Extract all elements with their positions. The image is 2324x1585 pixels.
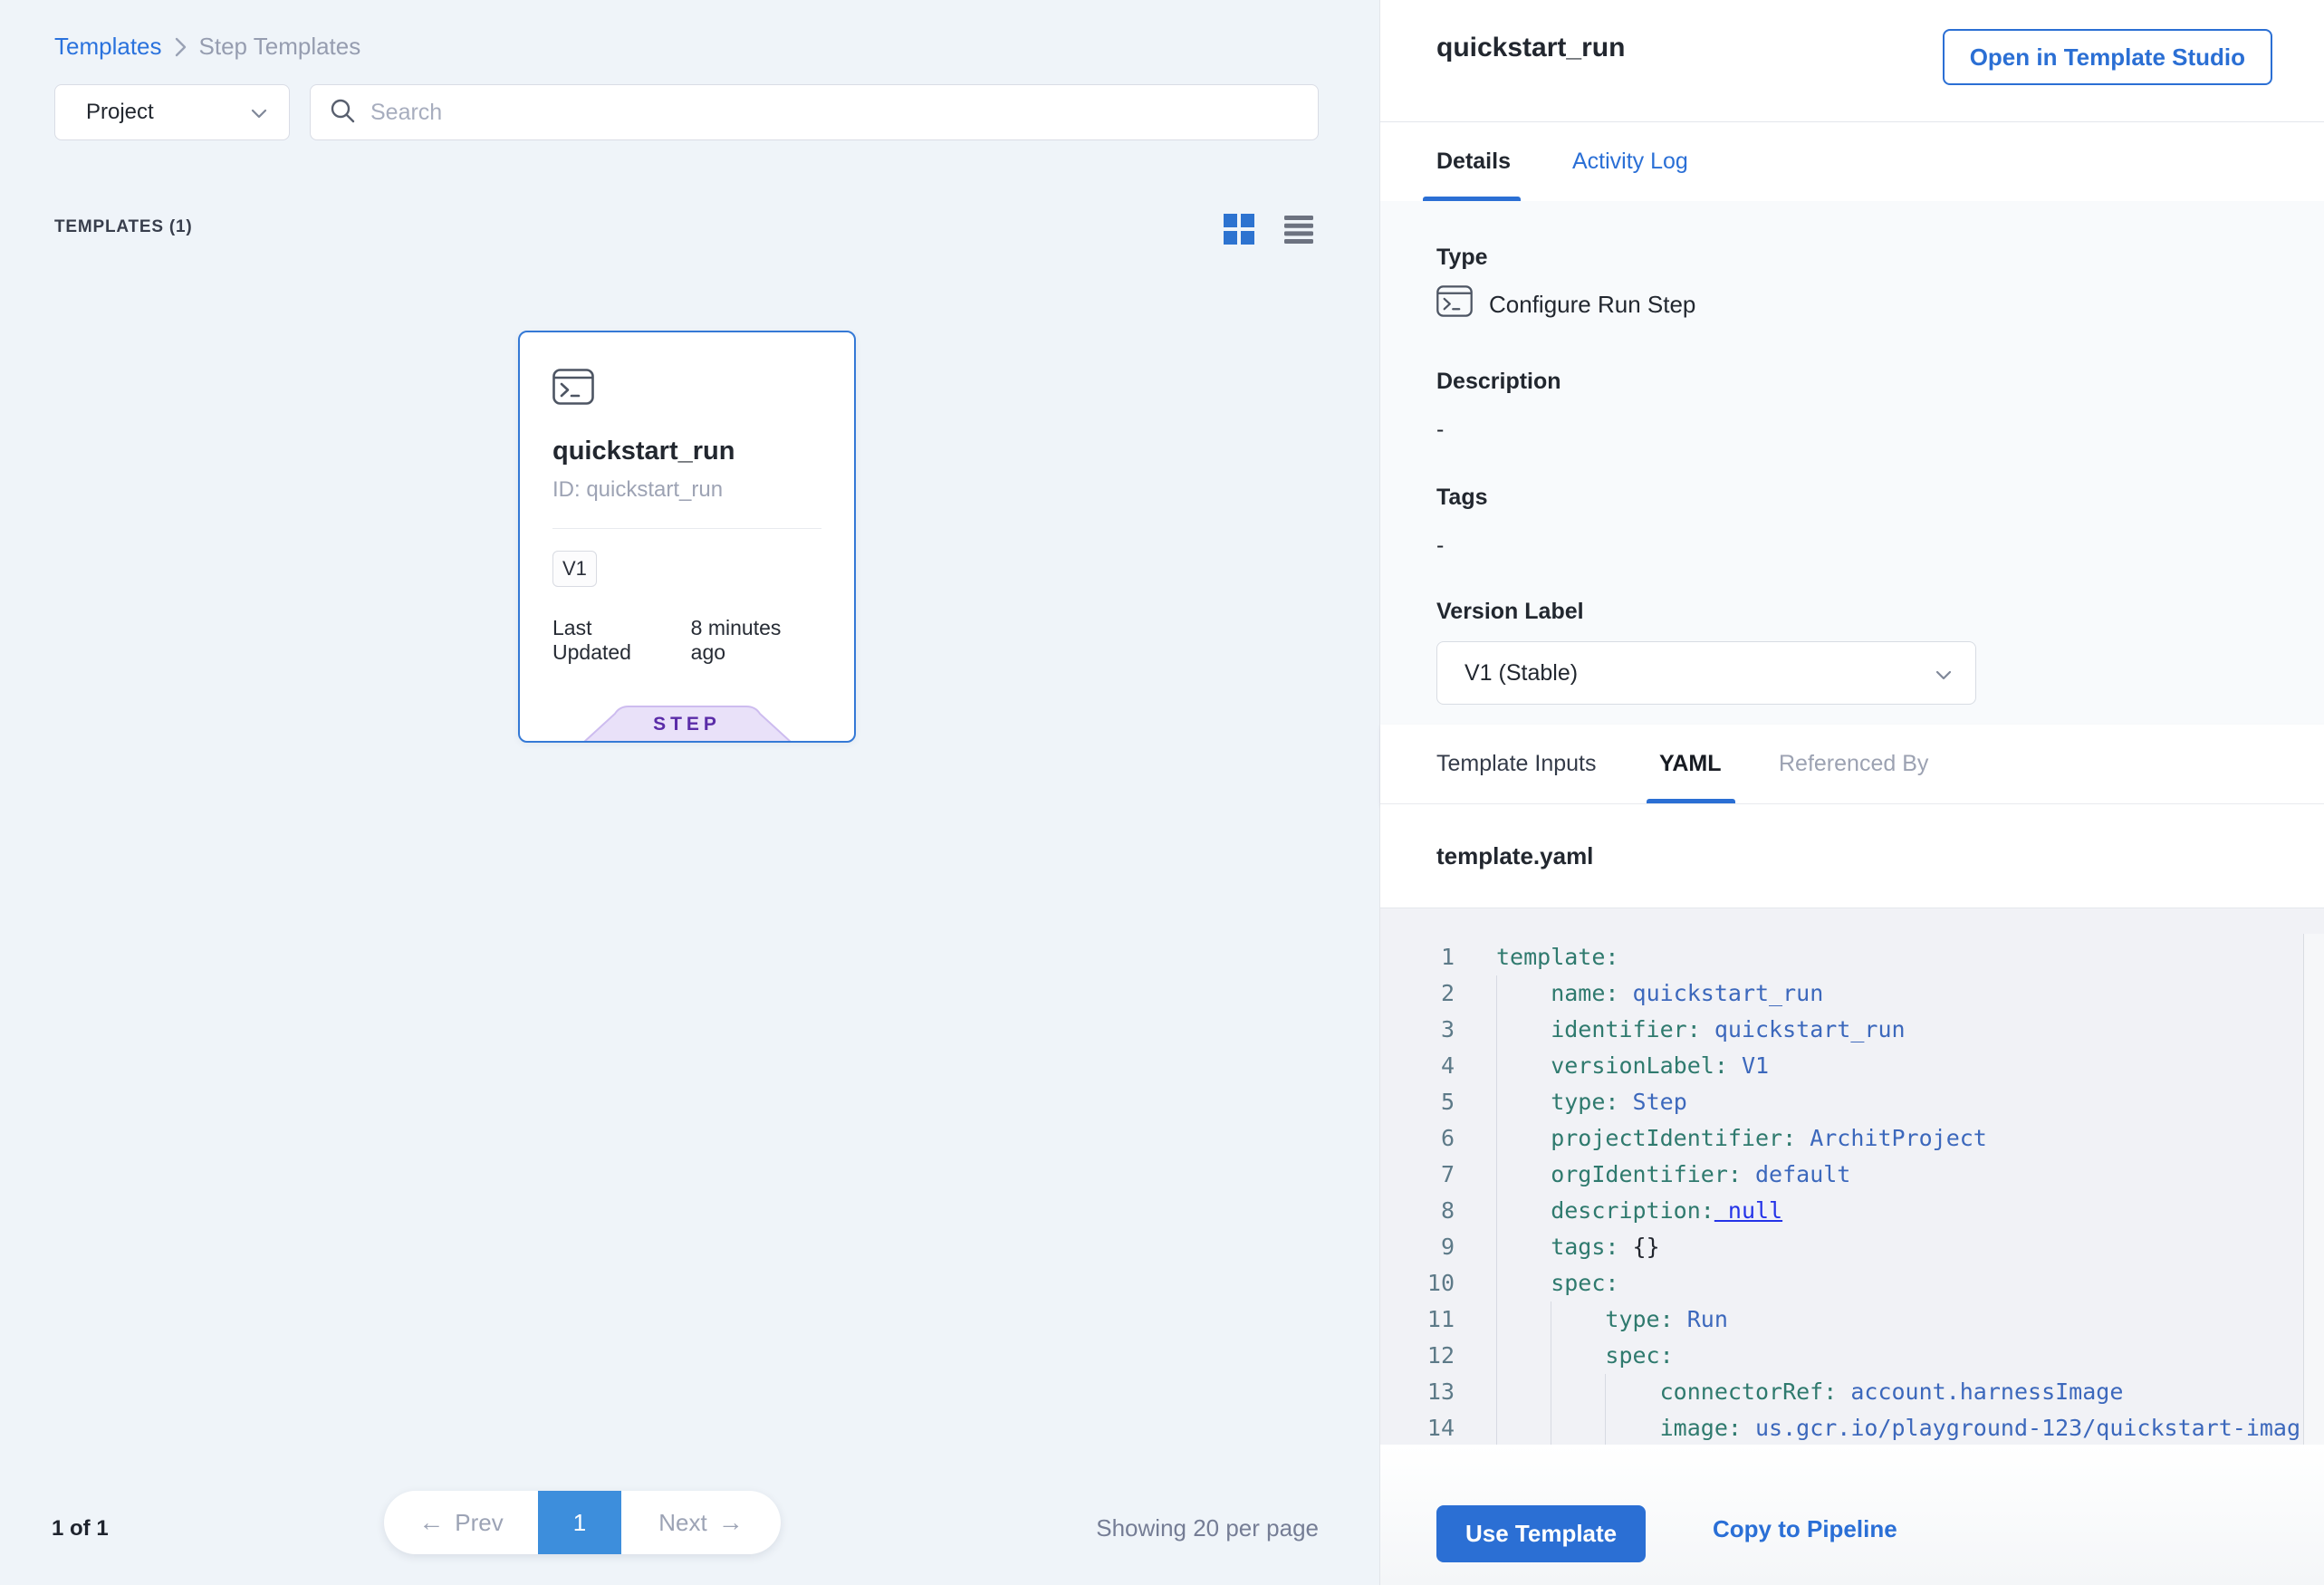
page-size-note: Showing 20 per page — [996, 1514, 1319, 1542]
terminal-step-icon — [552, 393, 594, 408]
copy-to-pipeline-link[interactable]: Copy to Pipeline — [1713, 1515, 1897, 1543]
tab-details[interactable]: Details — [1436, 122, 1511, 201]
terminal-step-icon — [1436, 285, 1473, 323]
tab-referenced-by[interactable]: Referenced By — [1779, 725, 1928, 803]
yaml-line: 1template: — [1380, 939, 2324, 975]
version-select[interactable]: V1 (Stable) — [1436, 641, 1976, 705]
pagination: ← Prev 1 Next → — [384, 1491, 781, 1554]
arrow-right-icon: → — [718, 1510, 744, 1535]
tags-value: - — [1436, 533, 2272, 559]
version-badge: V1 — [552, 551, 597, 587]
type-value-row: Configure Run Step — [1436, 285, 2272, 323]
card-last-updated: Last Updated 8 minutes ago — [552, 616, 821, 665]
last-updated-value: 8 minutes ago — [691, 616, 821, 665]
search-box — [310, 84, 1319, 140]
details-header: quickstart_run Open in Template Studio — [1380, 0, 2324, 122]
use-template-button[interactable]: Use Template — [1436, 1505, 1646, 1562]
active-subtab-underline — [1647, 799, 1735, 803]
tags-label: Tags — [1436, 485, 2272, 511]
app-root: Templates Step Templates Project TEMPLAT… — [0, 0, 2324, 1585]
yaml-line: 4versionLabel: V1 — [1380, 1048, 2324, 1084]
yaml-editor[interactable]: 1template:2name: quickstart_run3identifi… — [1380, 908, 2324, 1445]
yaml-line: 6projectIdentifier: ArchitProject — [1380, 1120, 2324, 1157]
version-label: Version Label — [1436, 599, 2272, 625]
step-ribbon: STEP — [582, 706, 792, 743]
page-summary: 1 of 1 — [52, 1516, 109, 1542]
details-footer: Use Template Copy to Pipeline — [1380, 1445, 2324, 1585]
description-value: - — [1436, 417, 2272, 443]
grid-view-icon[interactable] — [1224, 214, 1255, 245]
card-title: quickstart_run — [552, 437, 821, 466]
scope-select[interactable]: Project — [54, 84, 290, 140]
template-details-panel: quickstart_run Open in Template Studio D… — [1379, 0, 2324, 1585]
yaml-line: 3identifier: quickstart_run — [1380, 1012, 2324, 1048]
yaml-line: 2name: quickstart_run — [1380, 975, 2324, 1012]
prev-label: Prev — [455, 1509, 503, 1537]
list-view-icon[interactable] — [1284, 216, 1313, 244]
content-tabs: Template Inputs YAML Referenced By — [1380, 725, 2324, 804]
tab-yaml[interactable]: YAML — [1659, 725, 1722, 803]
next-label: Next — [658, 1509, 706, 1537]
yaml-line: 13connectorRef: account.harnessImage — [1380, 1374, 2324, 1410]
yaml-line: 8description: null — [1380, 1193, 2324, 1229]
details-title: quickstart_run — [1436, 33, 1625, 63]
chevron-down-icon — [1935, 660, 1952, 687]
details-tabs: Details Activity Log — [1380, 122, 2324, 201]
yaml-line: 12spec: — [1380, 1338, 2324, 1374]
type-label: Type — [1436, 245, 2272, 271]
breadcrumb-current: Step Templates — [199, 33, 361, 61]
search-icon — [329, 97, 356, 129]
arrow-left-icon: ← — [418, 1510, 444, 1535]
template-card[interactable]: quickstart_run ID: quickstart_run V1 Las… — [518, 331, 856, 743]
version-select-value: V1 (Stable) — [1465, 660, 1578, 687]
chevron-right-icon — [175, 37, 187, 57]
yaml-code: 1template:2name: quickstart_run3identifi… — [1380, 939, 2324, 1445]
card-divider — [552, 528, 821, 529]
yaml-file-header: template.yaml — [1380, 804, 2324, 908]
chevron-down-icon — [251, 100, 267, 125]
open-template-studio-button[interactable]: Open in Template Studio — [1943, 29, 2272, 85]
last-updated-label: Last Updated — [552, 616, 677, 665]
scope-select-value: Project — [86, 100, 154, 125]
templates-list-panel: Templates Step Templates Project TEMPLAT… — [0, 0, 1379, 1585]
yaml-line: 9tags: {} — [1380, 1229, 2324, 1265]
yaml-line: 10spec: — [1380, 1265, 2324, 1302]
current-page-button[interactable]: 1 — [538, 1491, 621, 1554]
editor-minimap[interactable] — [2303, 934, 2324, 1445]
details-section: Type Configure Run Step Description - Ta… — [1380, 201, 2324, 725]
step-ribbon-label: STEP — [582, 714, 792, 735]
yaml-line: 7orgIdentifier: default — [1380, 1157, 2324, 1193]
tab-template-inputs[interactable]: Template Inputs — [1436, 725, 1597, 803]
card-id: ID: quickstart_run — [552, 477, 821, 503]
prev-page-button[interactable]: ← Prev — [384, 1491, 538, 1554]
description-label: Description — [1436, 369, 2272, 395]
next-page-button[interactable]: Next → — [621, 1491, 781, 1554]
tab-activity-log[interactable]: Activity Log — [1572, 122, 1688, 201]
yaml-line: 14image: us.gcr.io/playground-123/quicks… — [1380, 1410, 2324, 1445]
breadcrumb: Templates Step Templates — [54, 33, 360, 61]
type-value: Configure Run Step — [1489, 291, 1695, 319]
yaml-line: 11type: Run — [1380, 1302, 2324, 1338]
breadcrumb-templates-link[interactable]: Templates — [54, 33, 162, 61]
templates-count-heading: TEMPLATES (1) — [54, 217, 193, 237]
search-input[interactable] — [370, 100, 1300, 126]
yaml-file-name: template.yaml — [1436, 842, 1593, 870]
yaml-line: 5type: Step — [1380, 1084, 2324, 1120]
view-toggles — [1224, 214, 1313, 245]
